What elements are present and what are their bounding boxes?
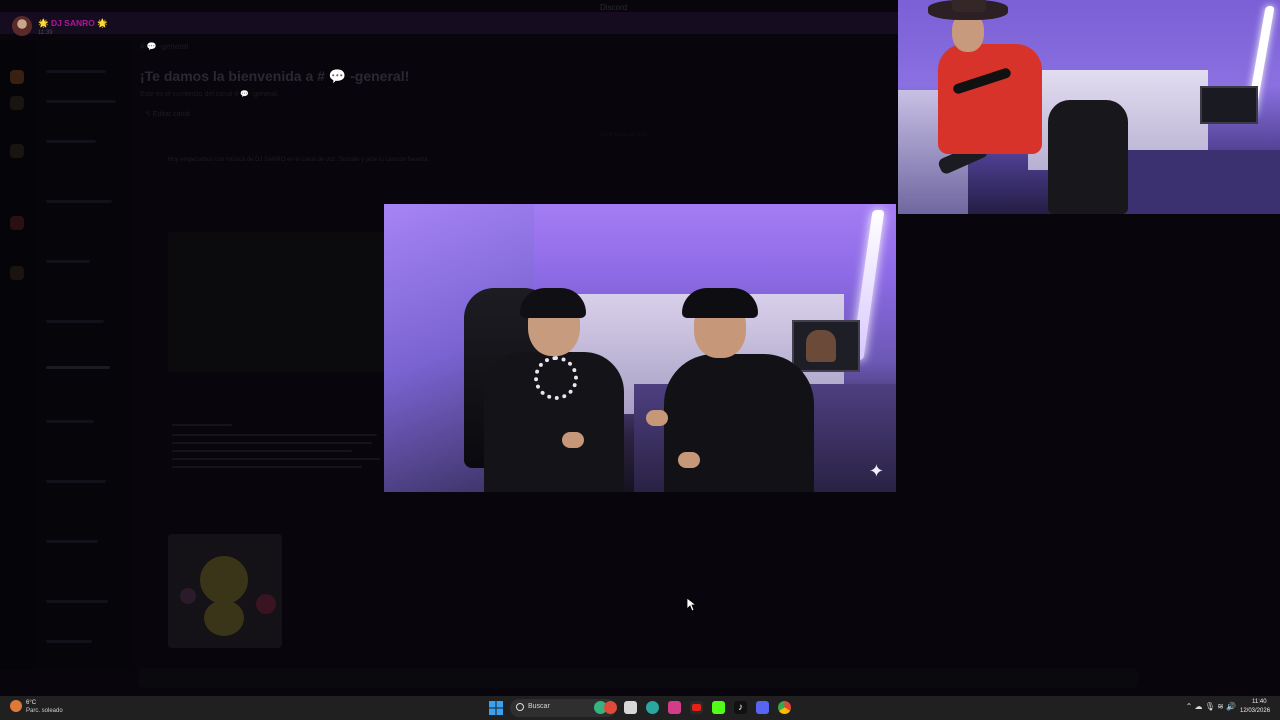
- edit-channel-link[interactable]: ✎ Editar canal: [145, 110, 190, 118]
- mouse-cursor-icon: [687, 598, 697, 612]
- server-icon[interactable]: [10, 96, 24, 110]
- server-icon[interactable]: [10, 70, 24, 84]
- weather-temperature[interactable]: 6°C: [26, 700, 36, 706]
- sticker-image[interactable]: [168, 534, 282, 648]
- webcam-person: [928, 0, 1048, 200]
- date-divider: 12 de marzo de 2026: [600, 132, 648, 138]
- server-icon[interactable]: [10, 266, 24, 280]
- channel-list: [34, 40, 134, 670]
- stream-user-bar: [0, 12, 898, 34]
- channel-item[interactable]: [46, 540, 98, 543]
- channel-item[interactable]: [46, 366, 110, 369]
- channel-item[interactable]: [46, 140, 96, 143]
- tweety-sticker-icon: [168, 534, 282, 648]
- video-person-left: [484, 288, 624, 492]
- welcome-subtitle: Este es el comienzo del canal # 💬 -gener…: [140, 91, 279, 98]
- server-icon[interactable]: [10, 216, 24, 230]
- search-icon: [516, 703, 524, 711]
- stream-video[interactable]: ✦: [384, 204, 896, 492]
- channel-item[interactable]: [46, 480, 106, 483]
- clock-date[interactable]: 12/03/2026: [1240, 708, 1270, 714]
- start-icon[interactable]: [488, 700, 504, 716]
- code-block: [172, 424, 384, 478]
- video-person-right: [646, 288, 814, 492]
- channel-item[interactable]: [46, 420, 94, 423]
- channel-item[interactable]: [46, 640, 92, 643]
- instagram-icon[interactable]: [668, 701, 681, 714]
- server-rail: [0, 40, 34, 670]
- channel-item[interactable]: [46, 70, 106, 73]
- kick-icon[interactable]: [712, 701, 725, 714]
- tiktok-icon[interactable]: ♪: [734, 701, 747, 714]
- message-composer[interactable]: [138, 668, 1138, 688]
- channel-item[interactable]: [46, 100, 116, 103]
- sparkle-icon: ✦: [868, 461, 884, 481]
- system-tray[interactable]: ⌃ ☁ 🎙 ≋ 🔊: [1186, 702, 1236, 711]
- server-icon[interactable]: [10, 144, 24, 158]
- channel-item[interactable]: [46, 260, 90, 263]
- avatar[interactable]: [12, 16, 32, 36]
- file-explorer-icon[interactable]: [624, 701, 637, 714]
- channel-item[interactable]: [46, 600, 108, 603]
- vpn-icon[interactable]: [604, 701, 617, 714]
- edge-icon[interactable]: [646, 701, 659, 714]
- chrome-icon[interactable]: [778, 701, 791, 714]
- app-title: Discord: [600, 3, 628, 12]
- webcam-overlay: [898, 0, 1280, 214]
- clock-time[interactable]: 11:40: [1252, 699, 1267, 705]
- windows-taskbar: 6°C Parc. soleado Buscar ♪ ⌃ ☁ 🎙 ≋ 🔊 11:…: [0, 696, 1280, 720]
- stream-user-name[interactable]: 🌟 DJ SANRO 🌟: [38, 18, 108, 29]
- stream-user-time: 11:39: [38, 30, 53, 36]
- channel-item[interactable]: [46, 320, 104, 323]
- youtube-icon[interactable]: [690, 701, 703, 714]
- weather-description[interactable]: Parc. soleado: [26, 708, 63, 714]
- channel-header: # 💬 -general: [140, 42, 189, 51]
- discord-icon[interactable]: [756, 701, 769, 714]
- channel-item[interactable]: [46, 200, 112, 203]
- message-image-embed[interactable]: [168, 232, 384, 372]
- chat-message: Hoy empezamos con música de DJ SANRO en …: [168, 157, 430, 163]
- welcome-title: ¡Te damos la bienvenida a # 💬 -general!: [140, 68, 410, 84]
- search-placeholder: Buscar: [528, 703, 550, 710]
- weather-icon[interactable]: [10, 700, 22, 712]
